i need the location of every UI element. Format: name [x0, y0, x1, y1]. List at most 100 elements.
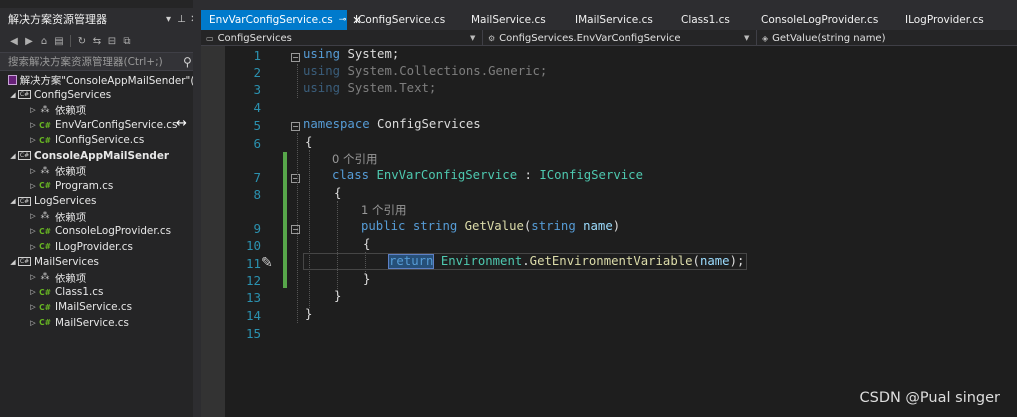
- code-line: {: [334, 186, 342, 200]
- tree-node-label: ConsoleAppMailSender: [34, 149, 170, 162]
- tab-iconfigservice[interactable]: IConfigService.cs: [347, 10, 463, 30]
- quick-actions-brush-icon[interactable]: ✎: [261, 255, 273, 271]
- collapsed-chevron-icon[interactable]: ▷: [28, 167, 38, 175]
- tree-node[interactable]: ▷ ⁂ 依赖项: [0, 209, 201, 224]
- show-all-files-icon[interactable]: ⧉: [121, 36, 133, 47]
- tree-node[interactable]: ▷ C# ConsoleLogProvider.cs: [0, 224, 201, 239]
- collapsed-chevron-icon[interactable]: ▷: [28, 121, 38, 129]
- collapsed-chevron-icon[interactable]: ▷: [28, 212, 38, 220]
- indicator-margin: [201, 46, 225, 417]
- punctuation: :: [517, 168, 540, 182]
- switch-views-icon[interactable]: ▤: [53, 36, 65, 47]
- keyword: string: [412, 219, 458, 233]
- project-dropdown-value: ConfigServices: [217, 32, 292, 44]
- change-tracking-bar: [283, 152, 287, 288]
- tree-node[interactable]: ▷ C# ILogProvider.cs: [0, 239, 201, 254]
- tab-label: IConfigService.cs: [355, 14, 446, 26]
- tab-label: IMailService.cs: [575, 14, 653, 26]
- collapsed-chevron-icon[interactable]: ▷: [28, 303, 38, 311]
- tab-pin-icon[interactable]: ⊸: [339, 15, 347, 25]
- tree-node[interactable]: ▷ ⁂ 依赖项: [0, 269, 201, 285]
- tab-label: ILogProvider.cs: [905, 14, 984, 26]
- project-icon: C#: [18, 196, 31, 206]
- collapsed-chevron-icon[interactable]: ▷: [28, 136, 38, 144]
- tab-imailservice[interactable]: IMailService.cs: [567, 10, 673, 30]
- namespace-name: ConfigServices: [377, 117, 481, 131]
- expanded-chevron-icon[interactable]: ◢: [8, 91, 18, 99]
- collapsed-chevron-icon[interactable]: ▷: [28, 273, 38, 281]
- pending-changes-icon[interactable]: ↻: [76, 36, 88, 47]
- tree-node[interactable]: ▷ C# IMailService.cs: [0, 300, 201, 315]
- tree-node[interactable]: ◢ C# LogServices: [0, 194, 201, 209]
- tree-node[interactable]: ▷ ⁂ 依赖项: [0, 163, 201, 179]
- code-line: }: [305, 307, 313, 321]
- method-name: GetValue: [464, 219, 524, 233]
- dropdown-icon[interactable]: ▾: [162, 14, 175, 25]
- collapsed-chevron-icon[interactable]: ▷: [28, 243, 38, 251]
- type-dropdown-value: ConfigServices.EnvVarConfigService: [499, 32, 681, 44]
- solution-tree: 解决方案"ConsoleAppMailSender"(4 ◢ C# ConfigSer…: [0, 72, 201, 330]
- tab-label: MailService.cs: [471, 14, 546, 26]
- tree-node[interactable]: ▷ C# EnvVarConfigService.cs: [0, 118, 201, 133]
- code-editor[interactable]: 1 2 3 4 5 6 7 8 9 10 11 12 13 14 15 − − …: [225, 46, 1017, 417]
- tree-node-label: LogServices: [34, 195, 97, 208]
- solution-explorer-search[interactable]: 搜索解决方案资源管理器(Ctrl+;) ⚲: [0, 52, 201, 71]
- collapsed-chevron-icon[interactable]: ▷: [28, 288, 38, 296]
- dependencies-icon: ⁂: [40, 165, 50, 176]
- expanded-chevron-icon[interactable]: ◢: [8, 258, 18, 266]
- tab-class1[interactable]: Class1.cs: [673, 10, 753, 30]
- line-number: 4: [253, 100, 261, 115]
- tree-node[interactable]: ▷ C# Class1.cs: [0, 285, 201, 300]
- tree-node-label: ConsoleLogProvider.cs: [55, 225, 172, 238]
- method-icon: ◈: [762, 33, 769, 43]
- tree-node[interactable]: ◢ C# ConsoleAppMailSender: [0, 148, 201, 163]
- collapse-icon[interactable]: −: [291, 225, 300, 234]
- chevron-down-icon: ▼: [470, 34, 476, 42]
- code-line: using System;: [303, 47, 399, 61]
- collapsed-chevron-icon[interactable]: ▷: [28, 182, 38, 190]
- code-line: namespace ConfigServices: [303, 117, 481, 131]
- tree-node[interactable]: ▷ ⁂ 依赖项: [0, 102, 201, 118]
- tab-envvarconfigservice[interactable]: EnvVarConfigService.cs ⊸ ✕: [201, 10, 361, 30]
- class-icon: ⚙: [488, 33, 496, 43]
- chevron-down-icon: ▼: [744, 34, 750, 42]
- tab-consolelogprovider[interactable]: ConsoleLogProvider.cs: [753, 10, 897, 30]
- tree-node-label: EnvVarConfigService.cs: [55, 119, 178, 132]
- collapse-all-icon[interactable]: ⊟: [106, 36, 118, 47]
- tree-node-label: MailServices: [34, 255, 99, 268]
- pin-icon[interactable]: ⊥: [175, 14, 188, 25]
- project-dropdown[interactable]: ▭ ConfigServices ▼: [201, 30, 483, 46]
- back-icon[interactable]: ◀: [8, 36, 20, 47]
- dependencies-icon: ⁂: [40, 211, 50, 222]
- collapse-icon[interactable]: −: [291, 174, 300, 183]
- forward-icon[interactable]: ▶: [23, 36, 35, 47]
- line-number: 8: [253, 187, 261, 202]
- expanded-chevron-icon[interactable]: ◢: [8, 197, 18, 205]
- collapsed-chevron-icon[interactable]: ▷: [28, 319, 38, 327]
- tab-ilogprovider[interactable]: ILogProvider.cs: [897, 10, 1001, 30]
- line-number: 14: [245, 308, 261, 323]
- tree-node[interactable]: ▷ C# IConfigService.cs: [0, 133, 201, 148]
- member-dropdown[interactable]: ◈ GetValue(string name): [757, 30, 1017, 46]
- codelens-references[interactable]: 0 个引用: [332, 151, 377, 167]
- tree-node[interactable]: ◢ C# ConfigServices: [0, 87, 201, 102]
- parameter: name: [583, 219, 613, 233]
- codelens-references[interactable]: 1 个引用: [361, 202, 406, 218]
- home-icon[interactable]: ⌂: [38, 36, 50, 47]
- tree-node[interactable]: ◢ C# MailServices: [0, 254, 201, 269]
- csharp-file-icon: C#: [39, 287, 51, 297]
- collapse-icon[interactable]: −: [291, 53, 300, 62]
- tree-node[interactable]: ▷ C# MailService.cs: [0, 315, 201, 330]
- collapsed-chevron-icon[interactable]: ▷: [28, 106, 38, 114]
- expanded-chevron-icon[interactable]: ◢: [8, 152, 18, 160]
- collapsed-chevron-icon[interactable]: ▷: [28, 227, 38, 235]
- tab-mailservice[interactable]: MailService.cs: [463, 10, 567, 30]
- tree-node[interactable]: 解决方案"ConsoleAppMailSender"(4: [0, 72, 201, 87]
- panel-splitter[interactable]: [193, 0, 201, 417]
- tree-node[interactable]: ▷ C# Program.cs: [0, 178, 201, 193]
- collapse-icon[interactable]: −: [291, 122, 300, 131]
- dependencies-icon: ⁂: [40, 104, 50, 115]
- watermark: CSDN @Pual singer: [859, 390, 1000, 406]
- sync-icon[interactable]: ⇆: [91, 36, 103, 47]
- type-dropdown[interactable]: ⚙ ConfigServices.EnvVarConfigService ▼: [483, 30, 757, 46]
